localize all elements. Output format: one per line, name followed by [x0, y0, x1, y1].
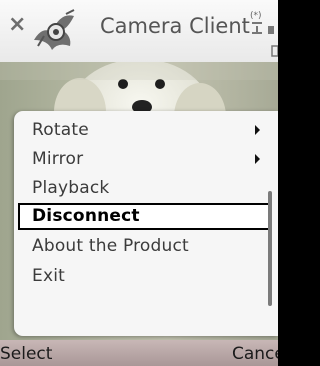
menu-item-rotate[interactable]: Rotate: [18, 117, 268, 144]
menu-item-exit[interactable]: Exit: [18, 263, 268, 290]
signal-status-icon: (*): [250, 11, 278, 57]
submenu-arrow-icon: [255, 154, 260, 164]
menu-item-label: About the Product: [32, 236, 189, 256]
app-title: Camera Client: [100, 14, 250, 38]
menu-item-label: Rotate: [32, 120, 89, 140]
menu-item-mirror[interactable]: Mirror: [18, 146, 268, 173]
menu-item-disconnect[interactable]: Disconnect: [18, 203, 270, 230]
menu-scrollbar[interactable]: [268, 191, 272, 306]
menu-item-label: Disconnect: [32, 206, 140, 226]
menu-item-label: Playback: [32, 178, 110, 198]
softkey-bar: Select Cance: [0, 340, 278, 366]
phone-screen: × Camera Client (*) Rotate Mirror Playba: [0, 0, 278, 366]
menu-item-about[interactable]: About the Product: [18, 233, 268, 260]
select-softkey[interactable]: Select: [0, 344, 52, 364]
options-menu: Rotate Mirror Playback Disconnect About …: [14, 111, 278, 336]
menu-item-label: Mirror: [32, 149, 84, 169]
close-icon[interactable]: ×: [8, 14, 26, 36]
menu-item-label: Exit: [32, 266, 65, 286]
title-bar: × Camera Client (*): [0, 0, 278, 62]
menu-item-playback[interactable]: Playback: [18, 175, 268, 202]
cancel-softkey[interactable]: Cance: [232, 344, 278, 364]
submenu-arrow-icon: [255, 125, 260, 135]
svg-text:(*): (*): [250, 11, 262, 21]
app-logo-icon: [34, 9, 75, 50]
